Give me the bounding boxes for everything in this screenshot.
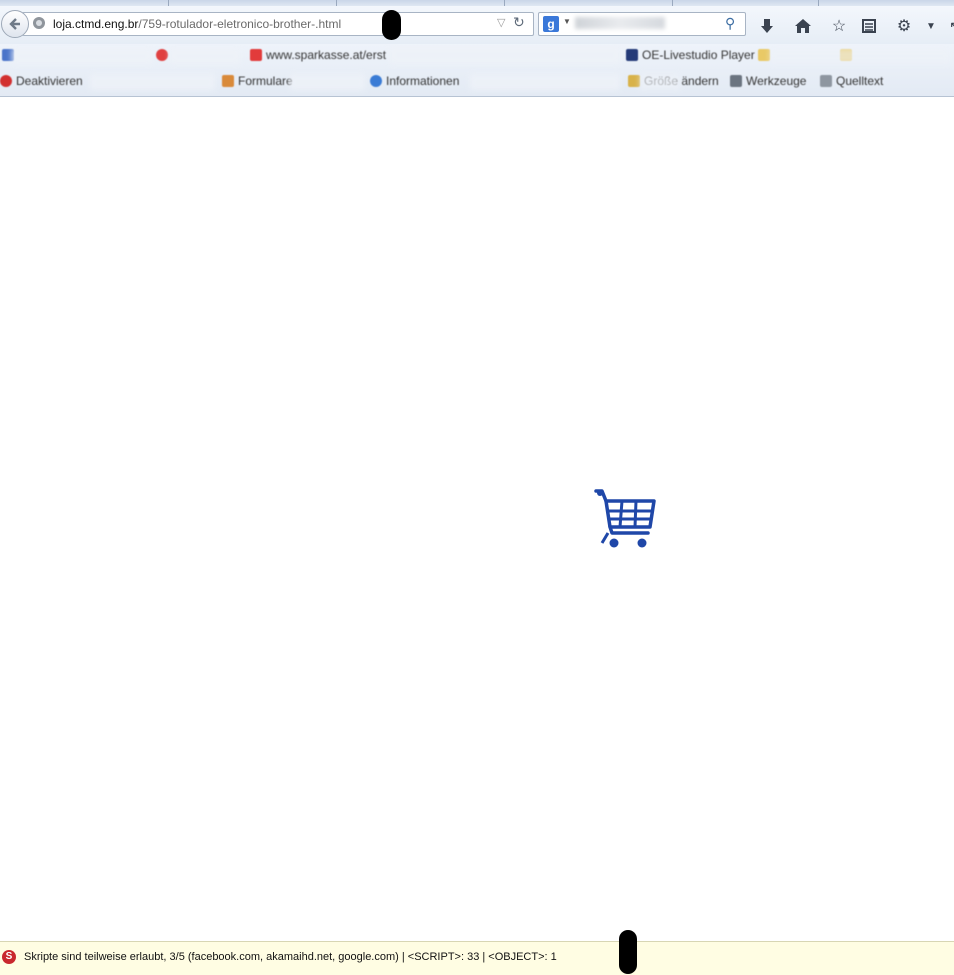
search-engine-dropdown-icon[interactable]: ▼ — [563, 17, 571, 26]
shopping-cart-icon — [594, 489, 656, 548]
smudge — [390, 46, 620, 64]
url-text[interactable]: loja.ctmd.eng.br/759-rotulador-eletronic… — [53, 17, 341, 31]
smudge — [290, 74, 365, 90]
reload-icon[interactable]: ↻ — [513, 14, 525, 31]
webdev-werkzeuge[interactable]: Werkzeuge — [730, 74, 806, 88]
smudge — [12, 48, 152, 64]
menu-dropdown-icon[interactable]: ▼ — [920, 15, 942, 37]
webdev-formulare[interactable]: Formulare — [222, 74, 293, 88]
overflow-icon[interactable]: ↖ — [944, 15, 954, 37]
noscript-icon[interactable]: S — [2, 950, 16, 964]
webdev-informationen[interactable]: Informationen — [370, 74, 459, 88]
home-icon[interactable] — [792, 15, 814, 37]
smudge — [470, 74, 620, 90]
star-icon[interactable]: ☆ — [828, 15, 850, 37]
url-history-dropdown-icon[interactable]: ▽ — [497, 16, 505, 29]
search-input-redacted[interactable] — [575, 17, 665, 29]
webdev-deaktivieren[interactable]: Deaktivieren — [0, 74, 83, 88]
smudge — [90, 74, 215, 90]
bookmark-item-livestudio[interactable]: OE-Livestudio Player — [626, 48, 755, 62]
smudge — [170, 48, 240, 64]
bookmarks-row-2: Deaktivieren Formulare Informationen Grö… — [0, 70, 954, 92]
google-icon[interactable]: g — [543, 16, 559, 32]
search-bar[interactable]: g ▼ ⚲ — [538, 12, 746, 36]
back-arrow-icon — [9, 18, 20, 30]
navigation-toolbar: loja.ctmd.eng.br/759-rotulador-eletronic… — [0, 6, 954, 44]
redaction-mark — [619, 930, 637, 974]
page-content — [0, 97, 954, 941]
search-icon[interactable]: ⚲ — [725, 15, 735, 32]
back-button[interactable] — [1, 10, 29, 38]
redaction-mark — [382, 10, 401, 40]
smudge — [640, 74, 680, 90]
noscript-status-text[interactable]: Skripte sind teilweise erlaubt, 3/5 (fac… — [24, 951, 557, 963]
bookmarks-toolbar: www.sparkasse.at/erst OE-Livestudio Play… — [0, 44, 954, 97]
smudge — [770, 48, 950, 64]
noscript-status-bar: S Skripte sind teilweise erlaubt, 3/5 (f… — [0, 930, 954, 975]
bookmarks-row-1: www.sparkasse.at/erst OE-Livestudio Play… — [0, 44, 954, 66]
download-icon[interactable] — [756, 15, 778, 37]
bookmark-item-sparkasse[interactable]: www.sparkasse.at/erst — [250, 48, 386, 62]
addon-gear-icon[interactable]: ⚙ — [893, 15, 915, 37]
url-bar[interactable]: loja.ctmd.eng.br/759-rotulador-eletronic… — [22, 12, 534, 36]
site-identity-icon[interactable] — [33, 17, 45, 29]
webdev-quelltext[interactable]: Quelltext — [820, 74, 883, 88]
reader-icon[interactable] — [858, 15, 880, 37]
